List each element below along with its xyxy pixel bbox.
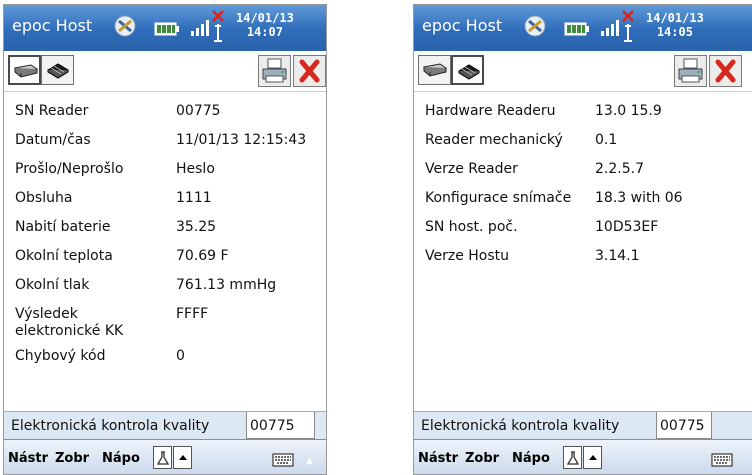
row-label: Prošlo/Neprošlo bbox=[15, 161, 124, 177]
row-label: Hardware Readeru bbox=[425, 103, 556, 119]
menu-help[interactable]: Nápo bbox=[512, 451, 550, 466]
toolbar bbox=[4, 51, 326, 92]
app-title: epoc Host bbox=[422, 16, 503, 35]
printer-icon bbox=[262, 58, 287, 83]
row-label: Chybový kód bbox=[15, 348, 106, 364]
up-arrow-icon bbox=[179, 455, 187, 460]
close-button[interactable] bbox=[709, 55, 742, 87]
clock-time: 14:05 bbox=[656, 25, 693, 39]
keyboard-icon[interactable] bbox=[711, 452, 733, 471]
row-value: 761.13 mmHg bbox=[176, 277, 277, 293]
tab-reader[interactable] bbox=[8, 55, 41, 85]
row-value: 13.0 15.9 bbox=[595, 103, 662, 119]
tab-reader-serial[interactable]: 00775 bbox=[656, 412, 712, 439]
row-label: SN host. poč. bbox=[425, 219, 518, 235]
scroll-up-button[interactable] bbox=[583, 446, 602, 469]
keyboard-icon[interactable] bbox=[272, 452, 294, 471]
row-label: Okolní teplota bbox=[15, 248, 113, 264]
menu-bar: Nástr Zobr Nápo ▲ bbox=[4, 439, 326, 474]
row-label: SN Reader bbox=[15, 103, 89, 119]
row-value: 11/01/13 12:15:43 bbox=[176, 132, 307, 148]
row-value: 70.69 F bbox=[176, 248, 229, 264]
row-value: 00775 bbox=[176, 103, 221, 119]
row-value: 18.3 with 06 bbox=[595, 190, 683, 206]
tab-chip[interactable] bbox=[41, 55, 74, 85]
print-button[interactable] bbox=[674, 55, 707, 87]
bottom-tab-strip: Elektronická kontrola kvality 00775 bbox=[414, 411, 752, 440]
tab-reader[interactable] bbox=[418, 55, 451, 85]
clock-date: 14/01/13 bbox=[236, 11, 294, 25]
flask-button[interactable] bbox=[563, 446, 582, 469]
menu-tools[interactable]: Nástr bbox=[8, 451, 48, 466]
clock-time: 14:07 bbox=[246, 25, 283, 39]
signal-strength-icon[interactable] bbox=[190, 19, 210, 41]
chip-icon bbox=[47, 63, 69, 79]
row-label: Nabití baterie bbox=[15, 219, 111, 235]
row-value: 1111 bbox=[176, 190, 212, 206]
title-bar: epoc Host 14/01/13 14:07 bbox=[4, 5, 326, 51]
tab-chip[interactable] bbox=[451, 55, 484, 85]
sip-arrow-icon[interactable]: ▲ bbox=[306, 456, 313, 466]
tab-electronic-qc[interactable]: Elektronická kontrola kvality bbox=[418, 412, 623, 439]
close-icon bbox=[715, 59, 736, 83]
row-label: Datum/čas bbox=[15, 132, 91, 148]
menu-help[interactable]: Nápo bbox=[102, 451, 140, 466]
row-label: Obsluha bbox=[15, 190, 73, 206]
flask-button[interactable] bbox=[153, 446, 172, 469]
app-title: epoc Host bbox=[12, 16, 93, 35]
antenna-off-icon[interactable] bbox=[210, 9, 226, 47]
clock-date: 14/01/13 bbox=[646, 11, 704, 25]
antenna-off-icon[interactable] bbox=[620, 9, 636, 47]
close-icon bbox=[299, 59, 320, 83]
device-screen-results: epoc Host 14/01/13 14:07 SN Reader 00775… bbox=[3, 4, 327, 475]
row-value: 35.25 bbox=[176, 219, 217, 235]
row-value: 0 bbox=[176, 348, 185, 364]
flask-icon bbox=[156, 451, 170, 465]
reader-device-icon bbox=[422, 63, 448, 77]
row-label: Verze Hostu bbox=[425, 248, 510, 264]
menu-bar: Nástr Zobr Nápo bbox=[414, 439, 752, 474]
device-screen-info: epoc Host 14/01/13 14:05 Hardware Reader… bbox=[413, 4, 752, 475]
battery-icon[interactable] bbox=[154, 21, 180, 40]
row-value: Heslo bbox=[176, 161, 215, 177]
close-button[interactable] bbox=[293, 55, 326, 87]
chip-icon bbox=[458, 64, 480, 80]
clock[interactable]: 14/01/13 14:07 bbox=[236, 11, 294, 39]
row-label: Reader mechanický bbox=[425, 132, 563, 148]
title-bar: epoc Host 14/01/13 14:05 bbox=[414, 5, 752, 51]
print-button[interactable] bbox=[258, 55, 291, 87]
printer-icon bbox=[678, 58, 703, 83]
row-value: FFFF bbox=[176, 306, 209, 322]
row-value: 0.1 bbox=[595, 132, 618, 148]
tab-reader-serial[interactable]: 00775 bbox=[246, 412, 315, 439]
menu-tools[interactable]: Nástr bbox=[418, 451, 458, 466]
menu-view[interactable]: Zobr bbox=[55, 451, 89, 466]
menu-view[interactable]: Zobr bbox=[465, 451, 499, 466]
sync-icon[interactable] bbox=[111, 13, 141, 45]
row-label: Okolní tlak bbox=[15, 277, 90, 293]
signal-strength-icon[interactable] bbox=[600, 19, 620, 41]
bottom-tab-strip: Elektronická kontrola kvality 00775 bbox=[4, 411, 326, 440]
info-list: Hardware Readeru 13.0 15.9 Reader mechani… bbox=[414, 92, 752, 410]
row-value: 3.14.1 bbox=[595, 248, 640, 264]
row-value: 10D53EF bbox=[595, 219, 659, 235]
row-label: Verze Reader bbox=[425, 161, 518, 177]
sync-icon[interactable] bbox=[521, 13, 551, 45]
up-arrow-icon bbox=[589, 455, 597, 460]
flask-icon bbox=[566, 451, 580, 465]
results-list: SN Reader 00775 Datum/čas 11/01/13 12:15:4… bbox=[4, 92, 326, 410]
row-label: Konfigurace snímače bbox=[425, 190, 572, 206]
row-label: Výsledek elektronické KK bbox=[15, 306, 124, 339]
battery-icon[interactable] bbox=[564, 21, 590, 40]
scroll-up-button[interactable] bbox=[173, 446, 192, 469]
tab-electronic-qc[interactable]: Elektronická kontrola kvality bbox=[8, 412, 213, 439]
toolbar bbox=[414, 51, 752, 92]
row-value: 2.2.5.7 bbox=[595, 161, 644, 177]
reader-device-icon bbox=[13, 64, 39, 78]
clock[interactable]: 14/01/13 14:05 bbox=[646, 11, 704, 39]
